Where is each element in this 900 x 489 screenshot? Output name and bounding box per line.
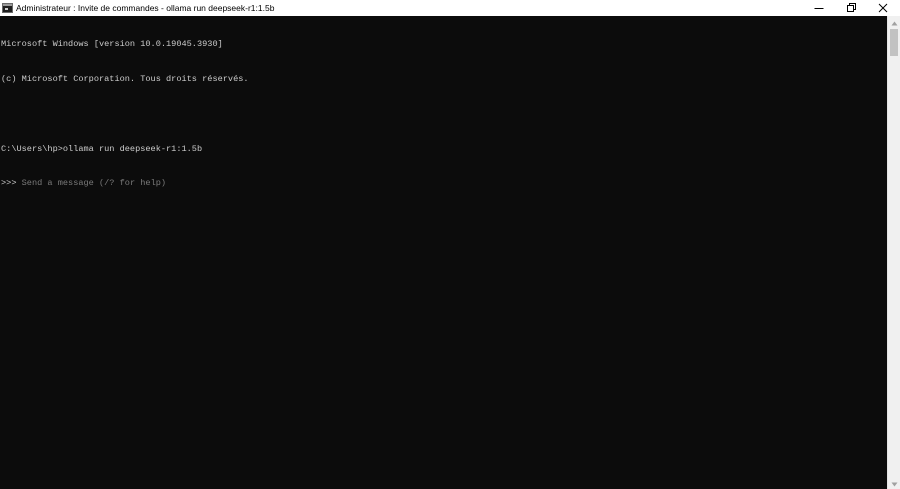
scroll-thumb[interactable] [890, 29, 898, 56]
restore-button[interactable] [834, 0, 868, 16]
console-line: C:\Users\hp>ollama run deepseek-r1:1.5b [1, 143, 203, 154]
prompt-line[interactable]: >>> Send a message (/? for help) [1, 178, 887, 190]
console-output[interactable]: Microsoft Windows [version 10.0.19045.39… [0, 16, 887, 489]
message-placeholder[interactable]: Send a message (/? for help) [22, 178, 166, 188]
restore-icon [846, 3, 856, 13]
chevron-down-icon [891, 474, 898, 489]
minimize-icon [814, 3, 824, 13]
scroll-down-button[interactable] [888, 477, 900, 489]
console-line: (c) Microsoft Corporation. Tous droits r… [1, 73, 249, 84]
console-line: Microsoft Windows [version 10.0.19045.39… [1, 39, 223, 50]
minimize-button[interactable] [802, 0, 836, 16]
vertical-scrollbar[interactable] [887, 16, 900, 489]
scroll-up-button[interactable] [888, 16, 900, 28]
console-app-icon[interactable] [2, 3, 13, 13]
title-bar[interactable]: Administrateur : Invite de commandes - o… [0, 0, 900, 16]
close-icon [878, 3, 888, 13]
console-window: Administrateur : Invite de commandes - o… [0, 0, 900, 489]
prompt-marker: >>> [1, 178, 22, 189]
window-title: Administrateur : Invite de commandes - o… [16, 3, 275, 13]
